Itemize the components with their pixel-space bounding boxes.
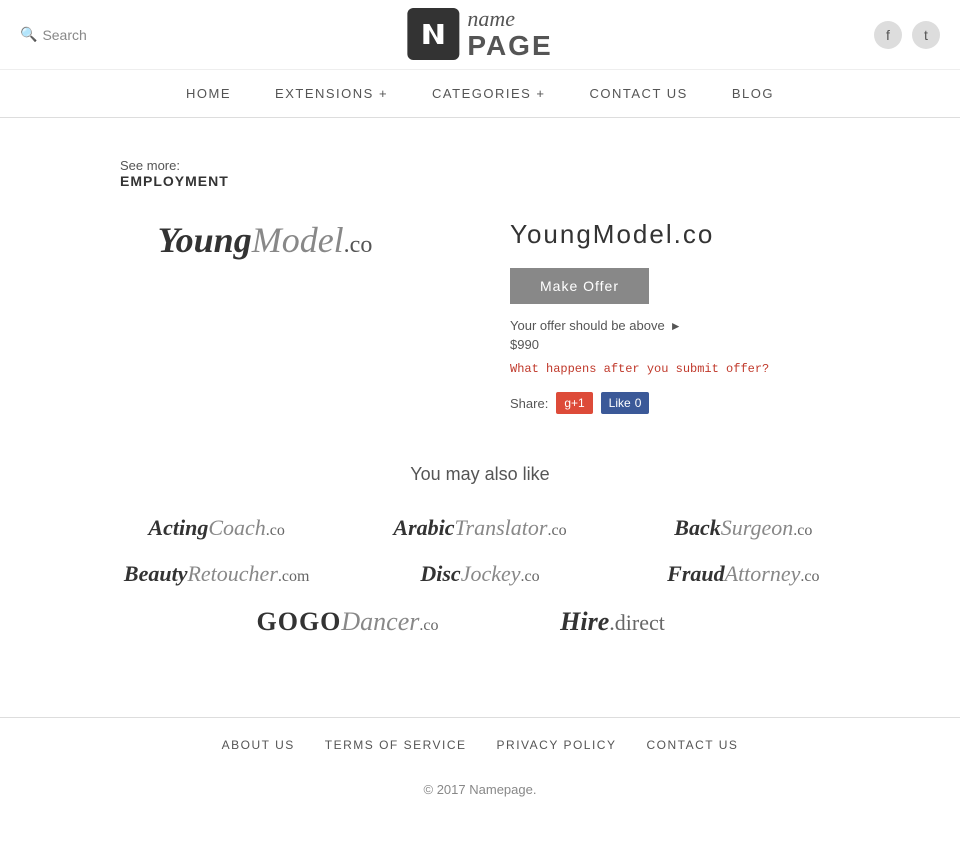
list-item[interactable]: Hire.direct: [485, 607, 740, 637]
also-like-grid-row1: ActingCoach.co ArabicTranslator.co BackS…: [90, 515, 870, 541]
footer-about[interactable]: ABOUT US: [222, 738, 295, 752]
nav-home[interactable]: HOME: [164, 70, 253, 117]
list-item[interactable]: ActingCoach.co: [90, 515, 343, 541]
footer-contact[interactable]: CONTACT US: [646, 738, 738, 752]
domain-featured: YoungModel.co YoungModel.co Make Offer Y…: [40, 219, 920, 414]
search-area[interactable]: 🔍 Search: [20, 26, 87, 43]
nav-blog[interactable]: BLOG: [710, 70, 796, 117]
see-more: See more: EMPLOYMENT: [120, 158, 920, 189]
social-icons: f t: [874, 21, 940, 49]
logo-text: name PAGE: [467, 7, 552, 62]
see-more-value[interactable]: EMPLOYMENT: [120, 173, 920, 189]
domain-logo-display: YoungModel.co: [158, 219, 373, 261]
search-label: Search: [42, 27, 86, 43]
nav: HOME EXTENSIONS + CATEGORIES + CONTACT U…: [0, 70, 960, 118]
arrow-icon: ►: [670, 319, 682, 333]
offer-info: Your offer should be above ►: [510, 318, 880, 333]
fb-count: 0: [635, 396, 642, 410]
list-item[interactable]: BackSurgeon.co: [617, 515, 870, 541]
facebook-like-button[interactable]: Like 0: [601, 392, 650, 414]
search-icon: 🔍: [20, 26, 37, 43]
offer-amount: $990: [510, 337, 880, 352]
list-item[interactable]: GOGODancer.co: [220, 607, 475, 637]
facebook-icon[interactable]: f: [874, 21, 902, 49]
fb-like-label: Like: [609, 396, 631, 410]
header: 🔍 Search name PAGE f t: [0, 0, 960, 70]
main-content: See more: EMPLOYMENT YoungModel.co Young…: [0, 118, 960, 657]
logo-page: PAGE: [467, 31, 552, 62]
logo-icon: [407, 8, 459, 60]
share-area: Share: g+1 Like 0: [510, 392, 880, 414]
also-like-grid-row2: BeautyRetoucher.com DiscJockey.co FraudA…: [90, 561, 870, 587]
share-label: Share:: [510, 396, 548, 411]
gplus-button[interactable]: g+1: [556, 392, 592, 414]
make-offer-button[interactable]: Make Offer: [510, 268, 649, 304]
nav-contact[interactable]: CONTACT US: [568, 70, 710, 117]
also-like-section: You may also like ActingCoach.co ArabicT…: [40, 464, 920, 637]
domain-info: YoungModel.co Make Offer Your offer shou…: [510, 219, 880, 414]
domain-logo-area: YoungModel.co: [80, 219, 450, 261]
footer-brand-link[interactable]: Namepage.: [469, 782, 536, 797]
list-item[interactable]: BeautyRetoucher.com: [90, 561, 343, 587]
list-item[interactable]: ArabicTranslator.co: [353, 515, 606, 541]
list-item[interactable]: FraudAttorney.co: [617, 561, 870, 587]
domain-title: YoungModel.co: [510, 219, 880, 250]
nav-extensions[interactable]: EXTENSIONS +: [253, 70, 410, 117]
also-like-title: You may also like: [40, 464, 920, 485]
list-item[interactable]: DiscJockey.co: [353, 561, 606, 587]
footer-privacy[interactable]: PRIVACY POLICY: [497, 738, 617, 752]
twitter-icon[interactable]: t: [912, 21, 940, 49]
see-more-label: See more:: [120, 158, 920, 173]
footer-terms[interactable]: TERMS OF SERVICE: [325, 738, 467, 752]
what-happens-link[interactable]: What happens after you submit offer?: [510, 362, 880, 376]
footer-links: ABOUT US TERMS OF SERVICE PRIVACY POLICY…: [0, 717, 960, 772]
footer-copyright: © 2017 Namepage.: [0, 772, 960, 817]
also-like-grid-row3: GOGODancer.co Hire.direct: [220, 607, 740, 637]
logo[interactable]: name PAGE: [407, 7, 552, 62]
nav-categories[interactable]: CATEGORIES +: [410, 70, 567, 117]
logo-name: name: [467, 7, 552, 31]
footer: ABOUT US TERMS OF SERVICE PRIVACY POLICY…: [0, 717, 960, 817]
